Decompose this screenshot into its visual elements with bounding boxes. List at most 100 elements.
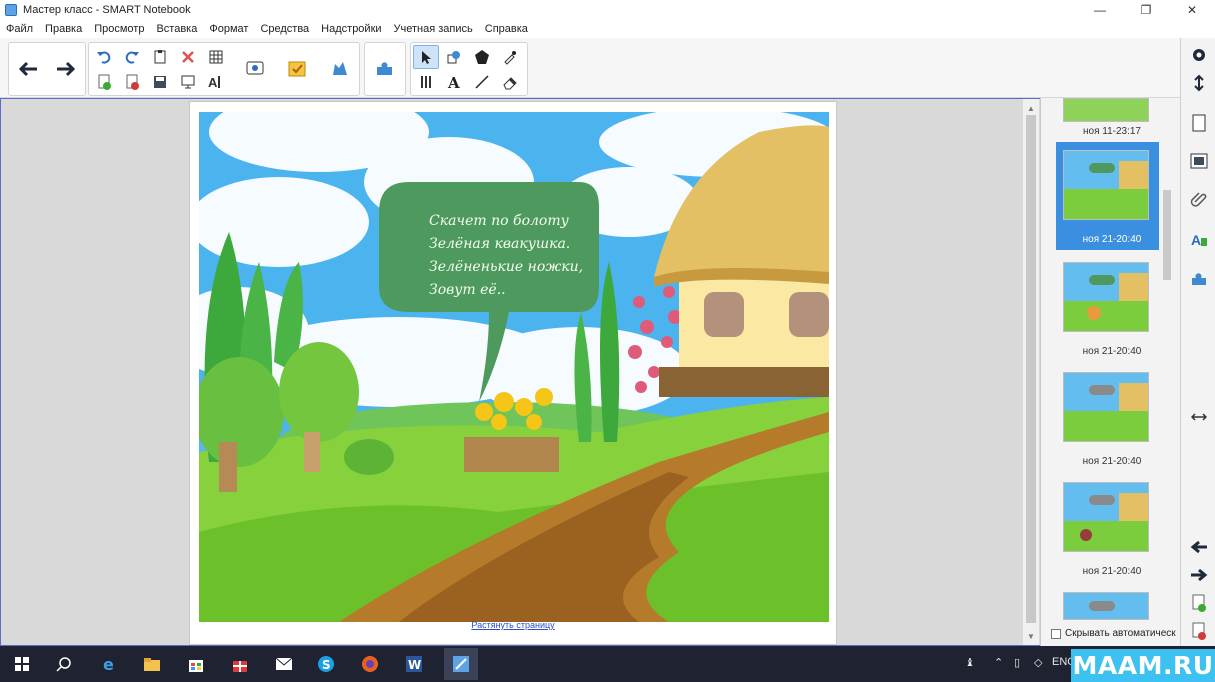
- bubble-line-2: Зелёная квакушка.: [429, 236, 570, 252]
- thumbnail-image: [1063, 592, 1149, 620]
- insert-page-icon[interactable]: [91, 70, 117, 94]
- firefox-icon[interactable]: [358, 652, 382, 676]
- gallery-tab-icon[interactable]: [1186, 148, 1212, 174]
- fill-shape-icon[interactable]: [469, 45, 495, 69]
- workspace: Скачет по болоту Зелёная квакушка. Зелён…: [0, 98, 1040, 646]
- svg-text:A: A: [1191, 232, 1201, 248]
- response-icon[interactable]: [279, 44, 317, 94]
- taskbar: e S W ♝ ⌃ ▯ ◇ ENG: [0, 646, 1215, 682]
- text-icon[interactable]: A: [441, 70, 467, 94]
- delete-page-icon[interactable]: [1186, 618, 1212, 644]
- move-toolbar-icon[interactable]: [1186, 70, 1212, 96]
- sorter-scrollbar[interactable]: [1161, 104, 1173, 624]
- menu-tools[interactable]: Средства: [260, 23, 309, 35]
- scroll-down-icon[interactable]: ▼: [1023, 629, 1039, 643]
- svg-text:S: S: [322, 658, 331, 672]
- delete-icon[interactable]: [175, 45, 201, 69]
- autohide-label: Скрывать автоматическ: [1065, 628, 1176, 639]
- svg-text:e: e: [103, 655, 114, 673]
- shape-icon[interactable]: [441, 45, 467, 69]
- mail-icon[interactable]: [272, 652, 296, 676]
- magic-pen-icon[interactable]: [497, 45, 523, 69]
- previous-page-icon[interactable]: [1186, 534, 1212, 560]
- document-camera-icon[interactable]: [237, 44, 275, 94]
- measure-icon[interactable]: [413, 70, 439, 94]
- add-page-icon[interactable]: [1186, 590, 1212, 616]
- page-illustration: Скачет по болоту Зелёная квакушка. Зелён…: [199, 112, 829, 622]
- redo-icon[interactable]: [119, 45, 145, 69]
- scroll-up-icon[interactable]: ▲: [1023, 101, 1039, 115]
- file-explorer-icon[interactable]: [140, 652, 164, 676]
- thumbnail-image: [1063, 98, 1149, 122]
- save-icon[interactable]: [147, 70, 173, 94]
- paste-icon[interactable]: [147, 45, 173, 69]
- undo-icon[interactable]: [91, 45, 117, 69]
- autohide-checkbox[interactable]: [1051, 628, 1061, 639]
- svg-text:A: A: [208, 75, 218, 90]
- minimize-button[interactable]: —: [1077, 0, 1123, 20]
- sorter-scrollbar-thumb[interactable]: [1163, 190, 1171, 280]
- scrollbar-thumb[interactable]: [1026, 115, 1036, 623]
- svg-text:A: A: [447, 74, 460, 90]
- thumbnail-image: [1063, 262, 1149, 332]
- word-icon[interactable]: W: [402, 652, 426, 676]
- select-icon[interactable]: [413, 45, 439, 69]
- text-recognition-icon[interactable]: A: [203, 70, 229, 94]
- back-icon[interactable]: [9, 44, 47, 94]
- menu-insert[interactable]: Вставка: [156, 23, 197, 35]
- menu-edit[interactable]: Правка: [45, 23, 82, 35]
- thumbnail-date: ноя 11-23:17: [1082, 126, 1141, 137]
- smart-notebook-taskbar-icon[interactable]: [444, 648, 478, 680]
- line-icon[interactable]: [469, 70, 495, 94]
- thumbnail-image: [1063, 482, 1149, 552]
- autohide-option[interactable]: Скрывать автоматическ: [1051, 628, 1176, 639]
- page-sorter: ноя 11-23:17 ноя 21-20:40 ноя 21-20:40 н…: [1040, 98, 1180, 646]
- windows-start-icon[interactable]: [10, 652, 34, 676]
- menu-addons[interactable]: Надстройки: [321, 23, 381, 35]
- close-button[interactable]: ✕: [1169, 0, 1215, 20]
- resize-panel-icon[interactable]: [1186, 404, 1212, 430]
- menu-bar: Файл Правка Просмотр Вставка Формат Сред…: [0, 20, 1215, 38]
- workspace-scrollbar[interactable]: ▲ ▼: [1023, 99, 1039, 645]
- clear-page-icon[interactable]: [119, 70, 145, 94]
- properties-tab-icon[interactable]: A: [1186, 226, 1212, 252]
- tray-expand-icon[interactable]: ⌃: [994, 656, 1003, 669]
- battery-icon: ▯: [1014, 657, 1021, 669]
- next-page-icon[interactable]: [1186, 562, 1212, 588]
- nav-group: [8, 42, 86, 96]
- page-sorter-tab-icon[interactable]: [1186, 110, 1212, 136]
- addons-tab-icon[interactable]: [1186, 266, 1212, 292]
- menu-help[interactable]: Справка: [485, 23, 528, 35]
- edit-group: A: [88, 42, 360, 96]
- menu-file[interactable]: Файл: [6, 23, 33, 35]
- screen-shade-icon[interactable]: [175, 70, 201, 94]
- title-bar: Мастер класс - SMART Notebook — ❐ ✕: [0, 0, 1215, 20]
- people-icon[interactable]: ♝: [965, 656, 975, 669]
- puzzle-icon[interactable]: [366, 44, 404, 94]
- addon-icon[interactable]: [321, 44, 359, 94]
- maximize-button[interactable]: ❐: [1123, 0, 1169, 20]
- settings-icon[interactable]: [1186, 42, 1212, 68]
- extend-page-link[interactable]: Растянуть страницу: [190, 620, 836, 630]
- watermark-logo: MAAM.RU: [1071, 649, 1215, 682]
- attachments-tab-icon[interactable]: [1186, 186, 1212, 212]
- eraser-icon[interactable]: [497, 70, 523, 94]
- network-icon[interactable]: ◇: [1034, 656, 1042, 669]
- tools-group: A: [410, 42, 528, 96]
- search-icon[interactable]: [52, 652, 76, 676]
- menu-account[interactable]: Учетная запись: [394, 23, 473, 35]
- gift-app-icon[interactable]: [228, 652, 252, 676]
- toolbar: A A: [0, 38, 1215, 98]
- skype-icon[interactable]: S: [314, 652, 338, 676]
- notebook-page[interactable]: Скачет по болоту Зелёная квакушка. Зелён…: [189, 101, 837, 645]
- menu-format[interactable]: Формат: [209, 23, 248, 35]
- menu-view[interactable]: Просмотр: [94, 23, 144, 35]
- bubble-line-4: Зовут её..: [429, 282, 506, 298]
- table-icon[interactable]: [203, 45, 229, 69]
- edge-browser-icon[interactable]: e: [98, 652, 122, 676]
- forward-icon[interactable]: [47, 44, 85, 94]
- puzzle-group: [364, 42, 406, 96]
- store-icon[interactable]: [184, 652, 208, 676]
- thumbnail-date: ноя 21-20:40: [1082, 566, 1142, 577]
- smart-notebook-icon: [5, 4, 17, 16]
